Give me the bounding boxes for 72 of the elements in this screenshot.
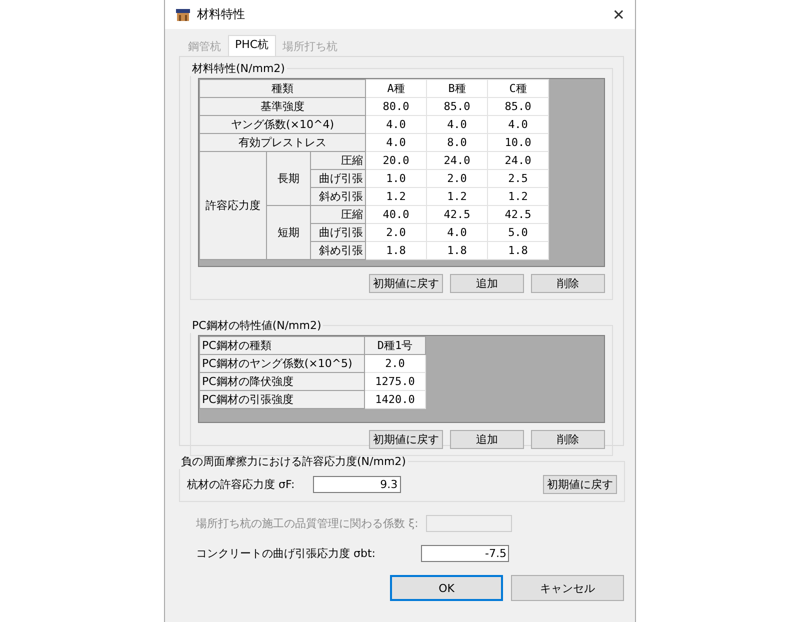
dialog-button[interactable]: キャンセル [511, 575, 624, 601]
row-header: 有効プレストレス [200, 134, 366, 152]
table-cell: 20.0 [366, 152, 426, 170]
stress-field[interactable]: 9.3 [312, 476, 401, 493]
table-cell: 42.5 [488, 206, 548, 224]
input-field[interactable]: -7.5 [421, 545, 510, 562]
header-cell: 種類 [200, 80, 366, 98]
grid-button[interactable]: 追加 [450, 274, 524, 293]
table-cell: 10.0 [488, 134, 548, 152]
row-header: PC鋼材の引張強度 [200, 390, 364, 408]
grid-button[interactable]: 追加 [450, 430, 524, 449]
table-cell: 42.5 [426, 206, 488, 224]
table-cell: 1.2 [366, 188, 426, 206]
row-header: 曲げ引張 [310, 170, 366, 188]
column-header: A種 [366, 80, 426, 98]
column-header: C種 [488, 80, 548, 98]
row-header: PC鋼材のヤング係数(×10^5) [200, 354, 364, 372]
grid-button[interactable]: 初期値に戻す [369, 274, 443, 293]
table-cell: 1420.0 [364, 390, 426, 408]
table-cell: 1275.0 [364, 372, 426, 390]
table-cell: 85.0 [488, 98, 548, 116]
grid-button[interactable]: 初期値に戻す [369, 430, 443, 449]
table-cell: 2.0 [364, 354, 426, 372]
column-header: B種 [426, 80, 488, 98]
reset-button[interactable]: 初期値に戻す [543, 475, 617, 494]
table-cell: 1.8 [488, 242, 548, 260]
row-header: 斜め引張 [310, 188, 366, 206]
table-cell: 1.2 [426, 188, 488, 206]
field-label: コンクリートの曲げ引張応力度 σbt: [196, 546, 376, 561]
close-button[interactable]: ✕ [612, 6, 625, 24]
window-title: 材料特性 [197, 6, 245, 23]
row-header: 斜め引張 [310, 242, 366, 260]
table-cell: 24.0 [488, 152, 548, 170]
group-title: 材料特性(N/mm2) [191, 61, 286, 76]
row-header: 許容応力度 [200, 152, 266, 260]
table-cell: 80.0 [366, 98, 426, 116]
grid-button[interactable]: 削除 [531, 274, 605, 293]
table-cell: 1.8 [366, 242, 426, 260]
table-cell: 24.0 [426, 152, 488, 170]
grid-button[interactable]: 削除 [531, 430, 605, 449]
dialog-button[interactable]: OK [390, 575, 503, 601]
field-label: 杭材の許容応力度 σF: [187, 477, 295, 492]
column-header: D種1号 [364, 336, 426, 354]
table-cell: 4.0 [366, 134, 426, 152]
table-cell: 4.0 [426, 116, 488, 134]
table-cell: 1.8 [426, 242, 488, 260]
table-cell: 4.0 [488, 116, 548, 134]
table-cell: 40.0 [366, 206, 426, 224]
row-header: 圧縮 [310, 206, 366, 224]
table-cell: 2.0 [426, 170, 488, 188]
building-icon [175, 6, 191, 22]
table-cell: 1.2 [488, 188, 548, 206]
table-cell: 4.0 [366, 116, 426, 134]
row-header: PC鋼材の種類 [200, 336, 364, 354]
table-cell: 8.0 [426, 134, 488, 152]
table-cell: 5.0 [488, 224, 548, 242]
group-title: PC鋼材の特性値(N/mm2) [191, 318, 322, 333]
table-cell: 2.0 [366, 224, 426, 242]
row-header: 長期 [266, 152, 310, 206]
row-header: 曲げ引張 [310, 224, 366, 242]
row-header: 短期 [266, 206, 310, 260]
table-cell: 85.0 [426, 98, 488, 116]
row-header: 基準強度 [200, 98, 366, 116]
table-cell: 4.0 [426, 224, 488, 242]
row-header: ヤング係数(×10^4) [200, 116, 366, 134]
table-cell: 2.5 [488, 170, 548, 188]
row-header: PC鋼材の降伏強度 [200, 372, 364, 390]
group-title: 負の周面摩擦力における許容応力度(N/mm2) [180, 454, 407, 469]
field-label: 場所打ち杭の施工の品質管理に関わる係数 ξ: [196, 516, 418, 531]
row-header: 圧縮 [310, 152, 366, 170]
tab[interactable]: PHC杭 [228, 35, 276, 56]
table-cell: 1.0 [366, 170, 426, 188]
